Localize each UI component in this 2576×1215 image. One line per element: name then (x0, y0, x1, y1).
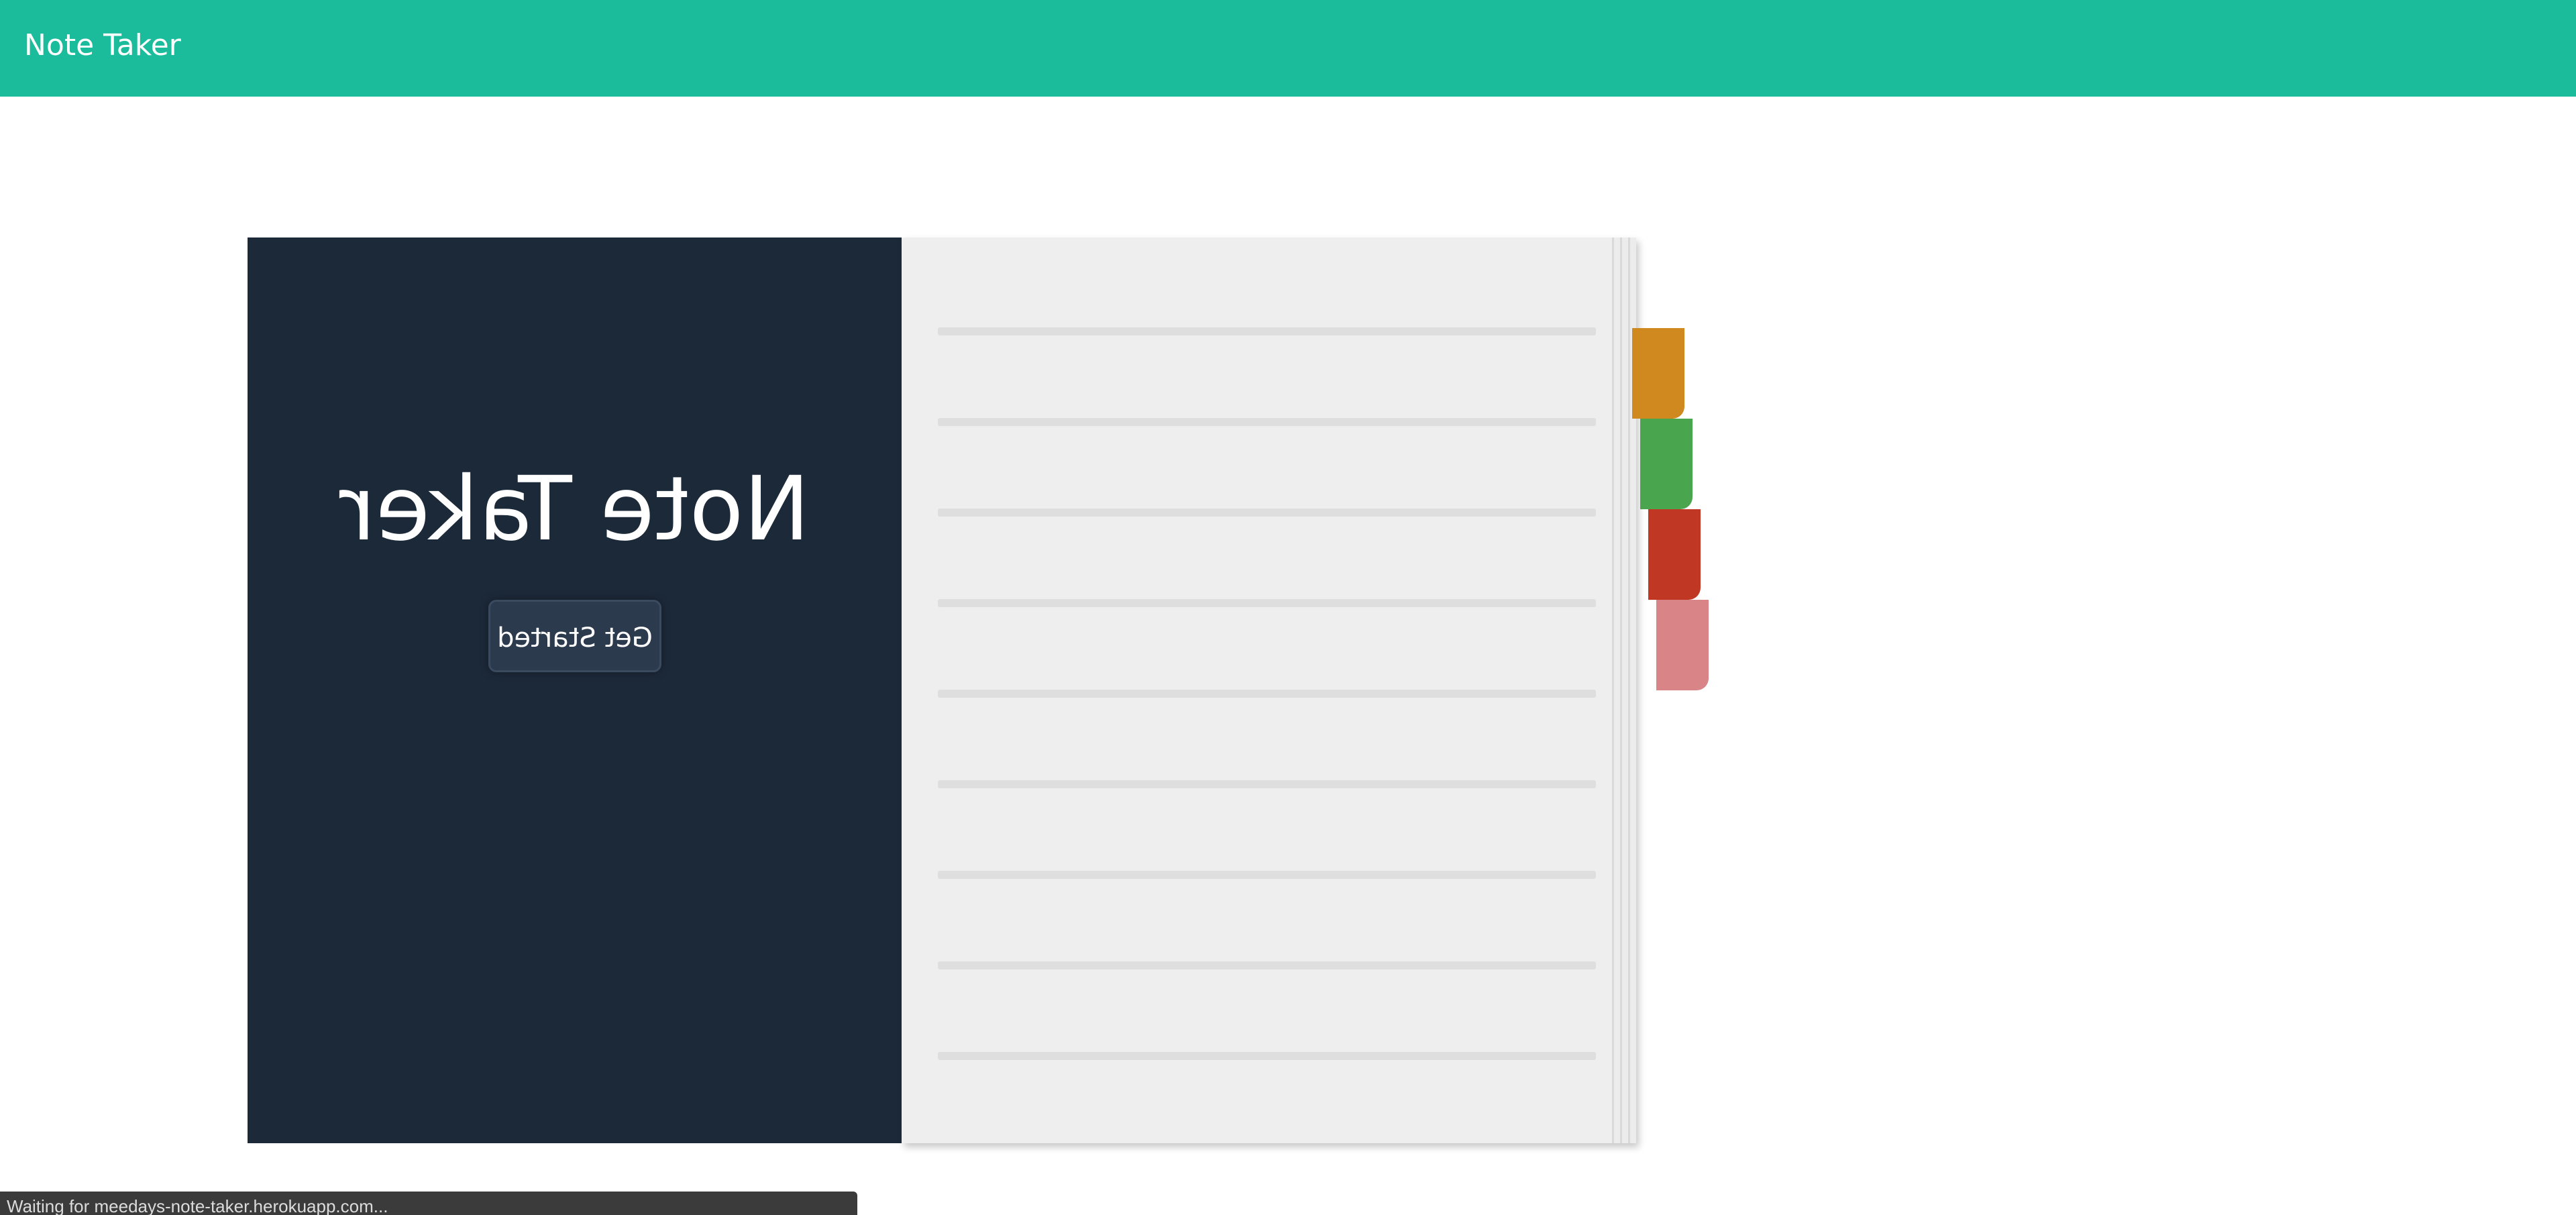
notebook-pages (902, 237, 1636, 1143)
notebook-cover: Note Taker Get Started (248, 237, 902, 1143)
navbar: Note Taker (0, 0, 2576, 97)
page-line (938, 780, 1596, 788)
cover-title: Note Taker (339, 458, 810, 561)
page-line (938, 509, 1596, 517)
page-line (938, 690, 1596, 698)
browser-status-bar: Waiting for meedays-note-taker.herokuapp… (0, 1192, 857, 1215)
orange-tab (1632, 328, 1684, 419)
red-tab (1648, 509, 1701, 600)
page-line (938, 1052, 1596, 1060)
page-line (938, 327, 1596, 335)
page-edge (1620, 237, 1628, 1143)
page-edge (1612, 237, 1620, 1143)
pink-tab (1656, 600, 1709, 690)
green-tab (1640, 419, 1693, 509)
get-started-button[interactable]: Get Started (488, 600, 661, 672)
notebook-illustration: Note Taker Get Started (248, 237, 1709, 1143)
page-line (938, 871, 1596, 879)
navbar-brand[interactable]: Note Taker (24, 27, 181, 64)
page-line (938, 599, 1596, 607)
page-line (938, 418, 1596, 426)
page-line (938, 961, 1596, 969)
